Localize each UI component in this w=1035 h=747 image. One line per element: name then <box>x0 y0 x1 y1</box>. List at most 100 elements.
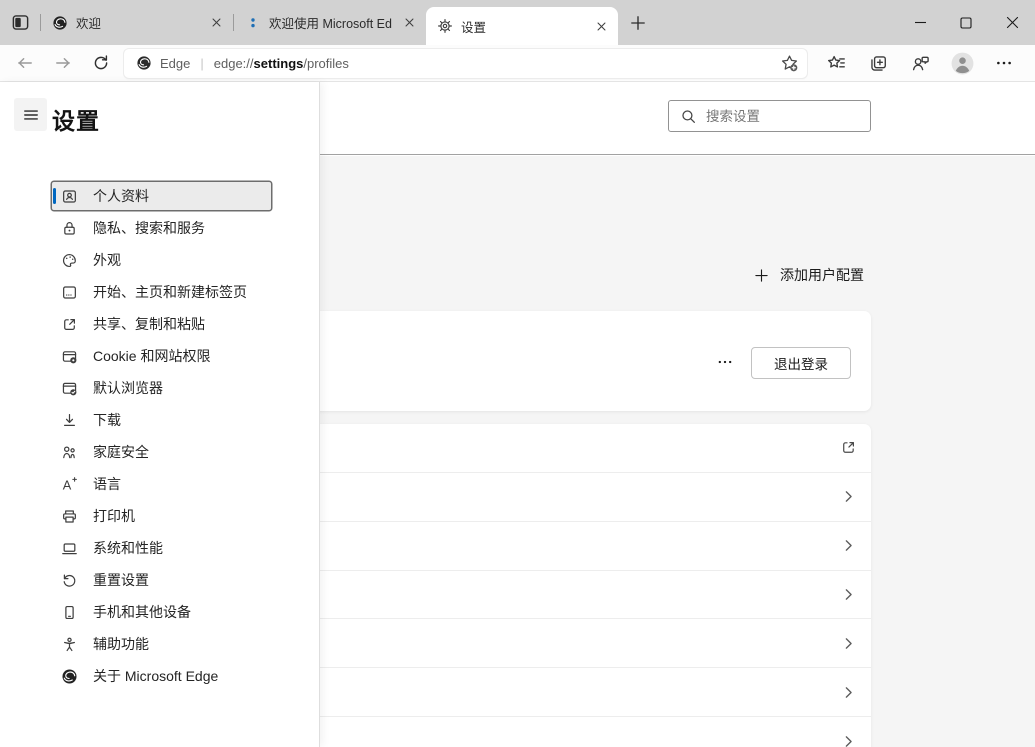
tab-strip: 欢迎 欢迎使用 Microsoft Edg 设置 <box>40 0 618 45</box>
forward-button[interactable] <box>44 48 82 78</box>
tab-actions-button[interactable] <box>0 0 40 45</box>
sidebar-item-start-pages[interactable]: 开始、主页和新建标签页 <box>52 278 271 306</box>
refresh-button[interactable] <box>82 48 120 78</box>
maximize-button[interactable] <box>943 0 989 45</box>
accessibility-icon <box>61 636 78 653</box>
selected-accent-bar <box>53 188 56 204</box>
download-icon <box>61 412 78 429</box>
tab-title: 欢迎使用 Microsoft Edg <box>269 13 392 32</box>
sign-out-button[interactable]: 退出登录 <box>751 347 851 379</box>
start-pages-icon <box>61 284 78 301</box>
url-host: settings <box>254 56 304 71</box>
sidebar-item-edge-logo[interactable]: 关于 Microsoft Edge <box>52 662 271 690</box>
sidebar-item-accessibility[interactable]: 辅助功能 <box>52 630 271 658</box>
chevron-right-icon <box>840 537 857 554</box>
sidebar-item-system[interactable]: 系统和性能 <box>52 534 271 562</box>
sidebar-item-profile-card[interactable]: 个人资料 <box>52 182 271 210</box>
sidebar-item-language[interactable]: A语言 <box>52 470 271 498</box>
edge-site-icon <box>136 55 152 71</box>
collections-icon <box>869 54 888 73</box>
sidebar-item-download[interactable]: 下载 <box>52 406 271 434</box>
settings-row[interactable] <box>300 424 871 472</box>
settings-more-button[interactable] <box>983 48 1025 78</box>
chevron-right-icon <box>840 733 857 747</box>
sidebar-item-label: 家庭安全 <box>93 442 149 462</box>
settings-row[interactable] <box>300 472 871 521</box>
sidebar-item-reset[interactable]: 重置设置 <box>52 566 271 594</box>
default-browser-icon <box>61 380 78 397</box>
sidebar-item-palette[interactable]: 外观 <box>52 246 271 274</box>
settings-row[interactable] <box>300 570 871 619</box>
feedback-button[interactable] <box>899 48 941 78</box>
settings-row[interactable] <box>300 667 871 716</box>
profile-avatar-button[interactable] <box>941 48 983 78</box>
family-icon <box>61 444 78 461</box>
favorites-button[interactable] <box>815 48 857 78</box>
sidebar-item-family[interactable]: 家庭安全 <box>52 438 271 466</box>
settings-row[interactable] <box>300 521 871 570</box>
new-tab-button[interactable] <box>618 0 658 45</box>
more-dots-icon <box>716 353 734 371</box>
edge-logo-icon <box>52 15 68 31</box>
favorites-star-list-icon <box>827 54 846 73</box>
add-profile-button[interactable]: 添加用户配置 <box>754 265 864 285</box>
address-bar[interactable]: Edge | edge://settings/profiles <box>124 49 807 78</box>
sidebar-nav: 个人资料隐私、搜索和服务外观开始、主页和新建标签页共享、复制和粘贴 Cookie … <box>52 182 271 690</box>
system-icon <box>61 540 78 557</box>
collections-button[interactable] <box>857 48 899 78</box>
search-input[interactable] <box>706 109 862 124</box>
lock-icon <box>61 220 78 237</box>
tab-close-icon[interactable] <box>207 14 225 32</box>
tab-3[interactable]: 设置 <box>426 7 618 45</box>
plus-icon <box>754 268 769 283</box>
sidebar-item-label: 打印机 <box>93 506 135 526</box>
search-icon <box>680 108 697 125</box>
avatar-icon <box>950 51 975 76</box>
star-add-icon <box>780 54 799 73</box>
settings-search-box[interactable] <box>668 100 871 132</box>
profile-more-button[interactable] <box>709 349 741 375</box>
profile-card: 退出登录 <box>300 311 871 411</box>
settings-row[interactable] <box>300 716 871 747</box>
edge-logo-icon <box>61 668 78 685</box>
sidebar-item-label: 手机和其他设备 <box>93 602 191 622</box>
tab-title: 欢迎 <box>76 13 199 32</box>
minimize-button[interactable] <box>897 0 943 45</box>
url-scheme: edge:// <box>214 56 254 71</box>
settings-row[interactable] <box>300 618 871 667</box>
palette-icon <box>61 252 78 269</box>
sidebar-item-share[interactable]: 共享、复制和粘贴 <box>52 310 271 338</box>
url-text: edge://settings/profiles <box>214 56 349 71</box>
sidebar-item-cookie-permissions[interactable]: Cookie 和网站权限 <box>52 342 271 370</box>
titlebar: 欢迎 欢迎使用 Microsoft Edg 设置 <box>0 0 1035 45</box>
sidebar-item-label: 开始、主页和新建标签页 <box>93 282 247 302</box>
tab-close-icon[interactable] <box>400 14 418 32</box>
tab-2[interactable]: 欢迎使用 Microsoft Edg <box>234 0 426 45</box>
sidebar-title: 设置 <box>52 102 100 136</box>
blue-dots-icon <box>245 15 261 31</box>
sidebar-item-label: 下载 <box>93 410 121 430</box>
printer-icon <box>61 508 78 525</box>
forward-arrow-icon <box>54 54 72 72</box>
tab-1[interactable]: 欢迎 <box>41 0 233 45</box>
sidebar-item-label: 个人资料 <box>93 186 149 206</box>
tab-close-icon[interactable] <box>592 17 610 35</box>
site-name-label: Edge <box>160 56 190 71</box>
sidebar-item-label: Cookie 和网站权限 <box>93 346 210 366</box>
language-icon: A <box>61 476 78 493</box>
back-button[interactable] <box>6 48 44 78</box>
sidebar-item-phone[interactable]: 手机和其他设备 <box>52 598 271 626</box>
sidebar-item-label: 外观 <box>93 250 121 270</box>
sidebar-item-default-browser[interactable]: 默认浏览器 <box>52 374 271 402</box>
add-favorite-button[interactable] <box>774 51 804 76</box>
sidebar-item-label: 隐私、搜索和服务 <box>93 218 205 238</box>
sidebar-item-printer[interactable]: 打印机 <box>52 502 271 530</box>
tab-title: 设置 <box>461 17 584 36</box>
maximize-icon <box>960 17 972 29</box>
ellipsis-icon <box>995 54 1013 72</box>
url-path: /profiles <box>303 56 349 71</box>
menu-button[interactable] <box>14 98 47 131</box>
close-window-button[interactable] <box>989 0 1035 45</box>
profile-card-icon <box>61 188 78 205</box>
sidebar-item-lock[interactable]: 隐私、搜索和服务 <box>52 214 271 242</box>
